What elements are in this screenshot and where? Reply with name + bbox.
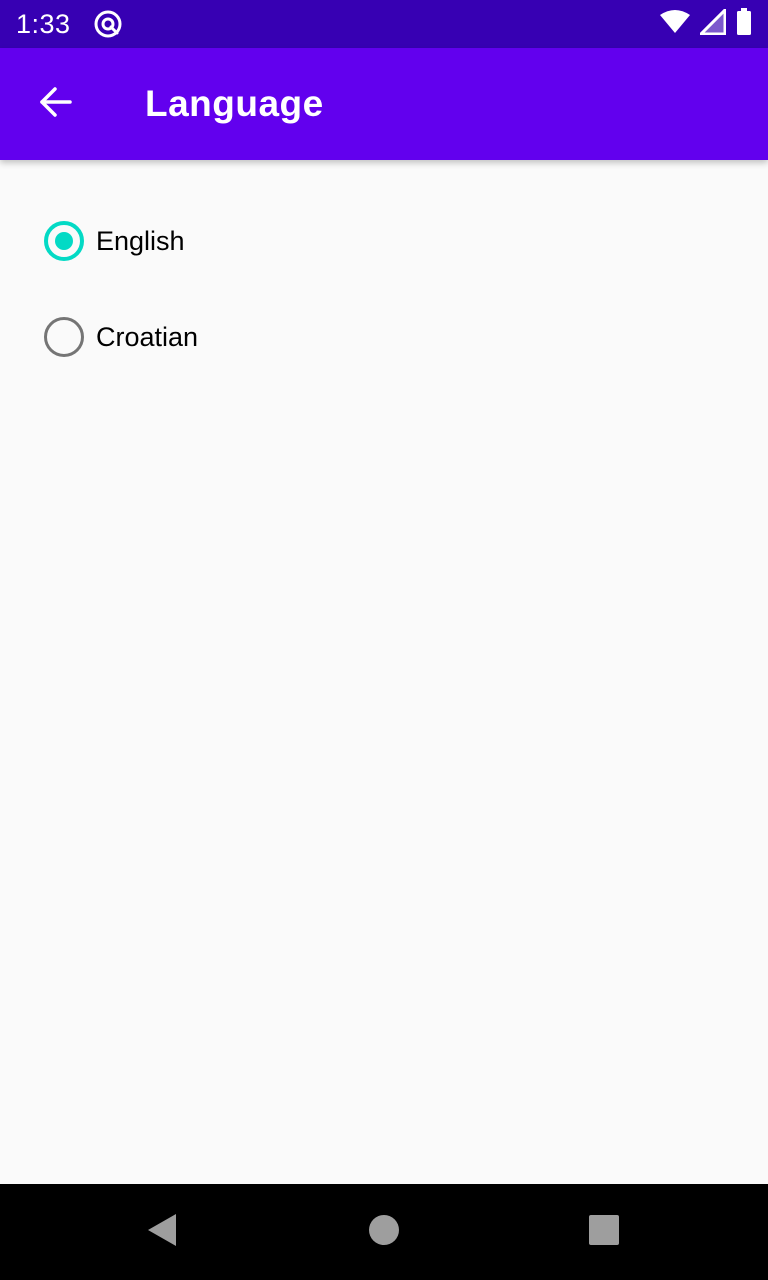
radio-label[interactable]: English (96, 226, 185, 257)
page-title: Language (145, 83, 324, 124)
system-nav-bar (0, 1184, 768, 1280)
radio-option-croatian[interactable]: Croatian (40, 309, 198, 365)
nav-back-icon (146, 1213, 178, 1252)
nav-home-icon (368, 1214, 400, 1251)
app-bar: Language (0, 48, 768, 160)
radio-label[interactable]: Croatian (96, 322, 198, 353)
status-icons (660, 7, 752, 41)
cell-signal-icon (699, 8, 727, 40)
language-list: English Croatian (0, 160, 768, 1184)
at-sign-icon (93, 9, 123, 39)
nav-recents-button[interactable] (576, 1204, 632, 1260)
radio-option-english[interactable]: English (40, 213, 185, 269)
status-time: 1:33 (16, 8, 71, 39)
wifi-icon (660, 9, 690, 39)
radio-dot (55, 232, 73, 250)
battery-icon (736, 7, 752, 41)
status-bar: 1:33 (0, 0, 768, 48)
back-button[interactable] (27, 76, 83, 132)
nav-back-button[interactable] (134, 1204, 190, 1260)
radio-button-unselected[interactable] (44, 317, 84, 357)
arrow-back-icon (38, 85, 72, 124)
radio-button-selected[interactable] (44, 221, 84, 261)
nav-home-button[interactable] (356, 1204, 412, 1260)
nav-recents-icon (589, 1214, 619, 1250)
